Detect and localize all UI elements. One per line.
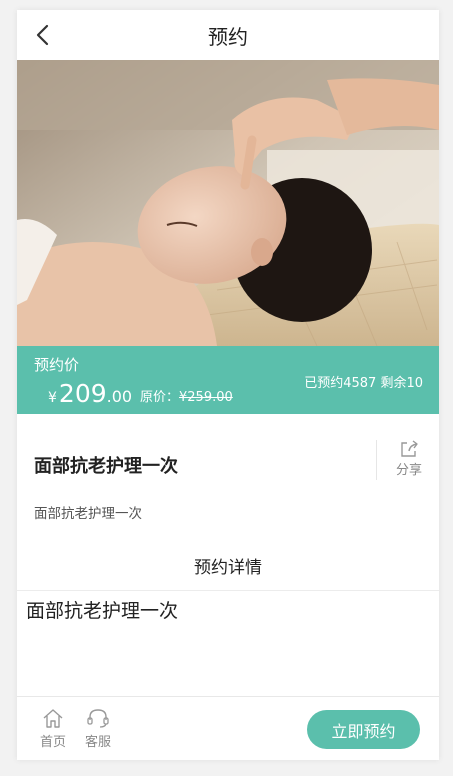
headset-icon xyxy=(81,707,115,729)
price-bar: 预约价 ¥ 209 .00 原价：¥259.00 已预约4587 剩余10 xyxy=(17,346,439,414)
original-price-label: 原价： xyxy=(140,390,180,405)
home-label: 首页 xyxy=(39,735,66,750)
book-now-button[interactable]: 立即预约 xyxy=(307,710,420,749)
bottom-bar: 首页 客服 立即预约 xyxy=(17,696,439,760)
customer-service-button[interactable]: 客服 xyxy=(81,707,115,750)
price-integer: 209 xyxy=(58,379,107,408)
hero-image xyxy=(17,60,439,346)
divider xyxy=(376,440,377,480)
home-button[interactable]: 首页 xyxy=(36,707,70,750)
service-label: 客服 xyxy=(84,735,111,750)
details-content: 面部抗老护理一次 xyxy=(26,600,179,622)
price-decimal: .00 xyxy=(106,387,133,406)
price-label: 预约价 xyxy=(34,356,80,374)
share-icon xyxy=(391,440,427,458)
currency-symbol: ¥ xyxy=(48,390,57,406)
product-name: 面部抗老护理一次 xyxy=(34,456,178,477)
original-price-value: ¥259.00 xyxy=(179,390,233,405)
original-price: 原价：¥259.00 xyxy=(140,386,233,405)
details-title: 预约详情 xyxy=(194,558,262,578)
app-screen: 预约 预约价 ¥ 209 .00 原价：¥259.00 已预约4587 剩余10… xyxy=(17,10,439,760)
page-title: 预约 xyxy=(208,25,248,49)
product-info: 面部抗老护理一次 分享 面部抗老护理一次 xyxy=(17,414,439,534)
share-label: 分享 xyxy=(395,463,422,478)
booking-stats: 已预约4587 剩余10 xyxy=(304,376,423,391)
top-bar: 预约 xyxy=(17,10,439,60)
share-button[interactable]: 分享 xyxy=(391,440,427,478)
product-description: 面部抗老护理一次 xyxy=(34,506,142,522)
home-icon xyxy=(36,707,70,729)
booking-price: ¥ 209 .00 xyxy=(48,379,132,408)
details-section-header: 预约详情 xyxy=(17,534,439,591)
